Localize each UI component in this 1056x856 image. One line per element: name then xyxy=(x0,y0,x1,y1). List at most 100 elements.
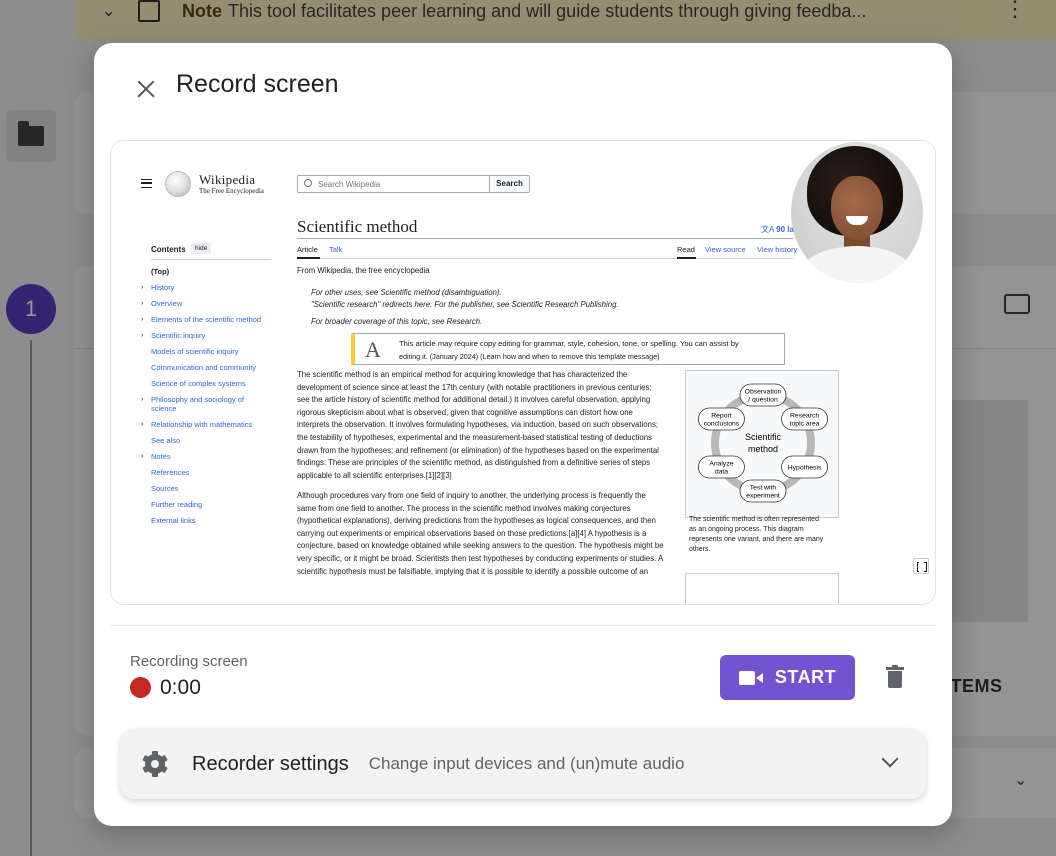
toc-expand-icon: › xyxy=(141,330,144,339)
toc-expand-icon: › xyxy=(141,282,144,291)
webcam-avatar xyxy=(791,142,923,283)
diagram-node: Researchtopic area xyxy=(781,407,828,431)
delete-icon[interactable] xyxy=(886,665,904,689)
toc-expand-icon: › xyxy=(141,394,144,403)
toc-item: Models of scientific inquiry xyxy=(151,347,239,356)
toc-item: Overview xyxy=(151,299,183,308)
toc-hide-button: hide xyxy=(191,243,212,254)
diagram-center-label: method xyxy=(748,444,778,454)
diagram-node-label: experiment xyxy=(746,493,780,500)
infobox-next xyxy=(685,573,839,604)
from-line: From Wikipedia, the free encyclopedia xyxy=(297,266,430,275)
tab-talk: Talk xyxy=(329,245,343,254)
notice-text: This article may require copy editing fo… xyxy=(399,339,739,348)
start-button[interactable]: START xyxy=(720,655,855,700)
videocam-icon xyxy=(738,670,763,685)
start-label: START xyxy=(774,667,837,687)
diagram-node-label: Observation xyxy=(745,389,782,396)
toc-expand-icon: › xyxy=(141,419,144,428)
recorder-settings-panel[interactable]: Recorder settings Change input devices a… xyxy=(120,729,926,799)
title-rule xyxy=(297,238,793,239)
diagram-node-label: conclusions xyxy=(704,421,740,428)
copy-edit-notice: A This article may require copy editing … xyxy=(351,333,785,365)
wiki-tagline: The Free Encyclopedia xyxy=(199,187,264,195)
diagram-node-label: Analyze xyxy=(709,461,733,468)
dialog-title: Record screen xyxy=(176,70,339,98)
tab-view-history: View history xyxy=(757,245,798,254)
article-title: Scientific method xyxy=(297,217,418,236)
paragraph-line: see the article history of scientific me… xyxy=(297,395,651,405)
diagram-node: Hypothesis xyxy=(781,455,828,479)
toc-rule xyxy=(151,259,271,260)
diagram-node-label: topic area xyxy=(790,421,820,428)
chevron-down-icon[interactable] xyxy=(881,750,899,768)
paragraph-line: the testability of hypotheses, experimen… xyxy=(297,433,652,442)
diagram-node-label: Research xyxy=(790,413,819,420)
toc-item: References xyxy=(151,468,190,477)
toc-expand-icon: › xyxy=(141,298,144,307)
paragraph-line: scientific hypothesis must be falsifiabl… xyxy=(297,566,649,576)
paragraph-line: drawn from the hypotheses; and refinemen… xyxy=(297,445,659,455)
caption-line: The scientific method is often represent… xyxy=(689,516,819,523)
toc-item: See also xyxy=(151,436,181,445)
paragraph-line: very specific, or it might be broad. Sci… xyxy=(297,554,664,563)
toc-item: Science of complex systems xyxy=(151,379,246,388)
record-screen-dialog: Record screen Wikipedia The Free Encyclo… xyxy=(94,43,952,826)
paragraph-line: same from one field to another. The proc… xyxy=(297,503,631,513)
toc-item: Relationship with mathematics xyxy=(151,420,253,429)
diagram-node: Test withexperiment xyxy=(739,479,787,503)
recording-timer: 0:00 xyxy=(160,676,201,699)
toc-item: Communication and community xyxy=(151,363,257,372)
tabs-rule xyxy=(297,258,793,259)
diagram-node-label: / question xyxy=(748,397,778,404)
paragraph-line: Although procedures vary from one field … xyxy=(297,491,646,500)
scientific-method-diagram: ScientificmethodObservation/ questionRes… xyxy=(698,383,828,503)
paragraph-line: interprets the observation. It involves … xyxy=(297,420,659,430)
wikipedia-logo xyxy=(165,171,191,197)
paragraph-line: conjecture, based on knowledge obtained … xyxy=(297,541,664,551)
diagram-node-label: Report xyxy=(711,413,732,420)
notice-text: editing it. (January 2024) (Learn how an… xyxy=(399,352,660,361)
hatnote: For other uses, see Scientific method (d… xyxy=(311,288,502,297)
gear-icon xyxy=(142,751,168,777)
paragraph-line: applicable to all scientific enterprises… xyxy=(297,470,452,480)
contents-heading: Contents xyxy=(151,245,186,254)
wiki-search-placeholder: Search Wikipedia xyxy=(318,180,381,189)
wiki-site-name: Wikipedia xyxy=(199,172,256,187)
paragraph-line: development of science since at least th… xyxy=(297,382,652,392)
recording-indicator-icon xyxy=(130,677,151,698)
paragraph-line: The scientific method is an empirical me… xyxy=(297,370,628,379)
diagram-node-label: Test with xyxy=(750,485,777,492)
toc-expand-icon: › xyxy=(141,451,144,460)
toc-item: Scientific inquiry xyxy=(151,331,206,340)
diagram-node-label: data xyxy=(715,469,728,476)
toc-item: Further reading xyxy=(151,500,203,509)
wiki-search-box: Search Wikipedia Search xyxy=(297,175,530,193)
settings-subtitle: Change input devices and (un)mute audio xyxy=(368,754,685,773)
diagram-box: Scientific method Observation / question Res… xyxy=(685,370,839,518)
paragraph-line: (hypothetical explanations), deriving pr… xyxy=(297,516,656,526)
toc-expand-icon: › xyxy=(141,314,144,323)
diagram-center-label: Scientific xyxy=(745,432,782,442)
tab-view-source: View source xyxy=(705,245,746,254)
caption-line: others. xyxy=(689,546,711,553)
diagram-node: Analyzedata xyxy=(698,455,745,479)
settings-title: Recorder settings xyxy=(192,752,349,775)
tab-article: Article xyxy=(297,245,318,254)
hatnote: For broader coverage of this topic, see … xyxy=(311,317,483,326)
close-icon[interactable] xyxy=(124,67,168,111)
toc-item: science xyxy=(151,404,177,413)
caption-line: as an ongoing process. This diagram xyxy=(689,526,804,533)
recording-label: Recording screen xyxy=(130,653,248,670)
tab-read: Read xyxy=(677,245,695,254)
toc-item: (Top) xyxy=(151,267,170,276)
notice-icon: A xyxy=(365,337,381,362)
diagram-node: Observation/ question xyxy=(739,383,787,407)
diagram-node-label: Hypothesis xyxy=(788,465,822,472)
paragraph-line: carrying out experiments or empirical ob… xyxy=(297,528,647,538)
hatnote: "Scientific research" redirects here. Fo… xyxy=(311,300,619,309)
diagram-node: Reportconclusions xyxy=(698,407,745,431)
toc-item: Philosophy and sociology of xyxy=(151,395,244,404)
fullscreen-icon xyxy=(913,558,929,574)
dialog-divider xyxy=(110,625,936,626)
